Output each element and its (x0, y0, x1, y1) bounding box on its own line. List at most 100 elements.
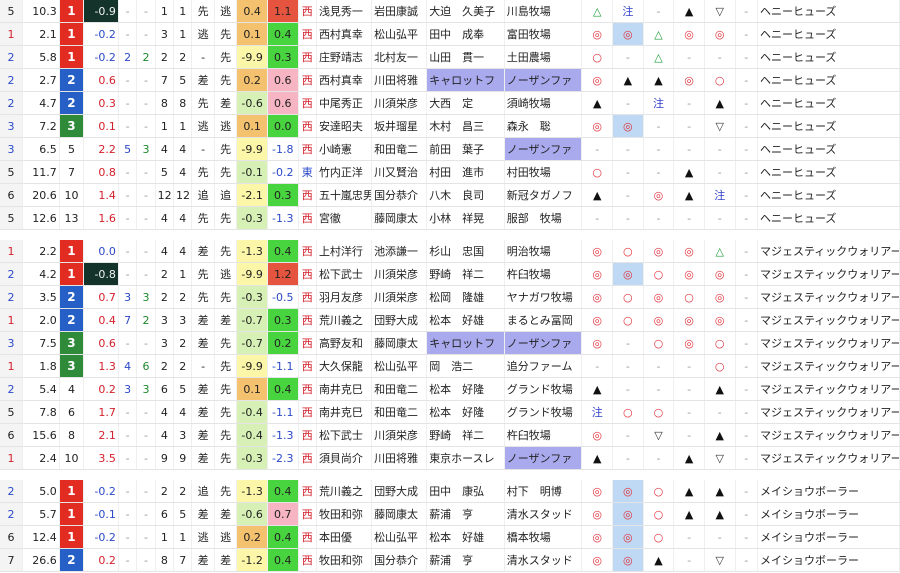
sire-name-cell: ヘニーヒューズ (757, 68, 900, 92)
prediction-mark-3: 注 (643, 91, 675, 115)
table-row[interactable]: 1 2.2 1 0.0- -4 4 差先 -1.3 0.4 西上村洋行 池添謙一 杉山 忠国 明治牧場 ◎… (0, 240, 900, 263)
trainer-name-cell: 上村洋行 (316, 240, 373, 263)
prediction-mark-3: - (643, 377, 675, 401)
corner3-cell: 8 (155, 91, 175, 115)
table-row[interactable]: 3 6.5 5 2.2 5 3 4 4- 先 -9.9 -1.8 西小崎憲 和田竜二 前田 葉子 ノーザンフ… (0, 137, 900, 161)
prediction-mark-2: - (612, 331, 644, 355)
breeder-name-cell: 明治牧場 (504, 240, 583, 263)
table-row[interactable]: 1 2.4 10 3.5- -9 9 差先 -0.3 -2.3 西須貝尚介 川田将雅 東京ホースレ ノー… (0, 446, 900, 470)
jockey-name-cell: 川須栄彦 (371, 262, 428, 286)
popularity-badge: 3 (59, 114, 85, 138)
corner4-cell: 2 (173, 480, 193, 503)
corner3-cell: 8 (155, 548, 175, 572)
corner1-cell: - (118, 400, 138, 424)
sire-name-cell: ヘニーヒューズ (757, 45, 900, 69)
running-style-cell: 差 (191, 240, 215, 263)
jockey-name-cell: 川田将雅 (371, 446, 428, 470)
breeder-name-cell: 須崎牧場 (504, 91, 583, 115)
prediction-mark-6: - (735, 377, 758, 401)
corner3-cell: 3 (155, 308, 175, 332)
table-row[interactable]: 2 4.2 1 -0.8- -2 1 先逃 -9.9 1.2 西松下武士 川須栄彦 野崎 祥二 杵臼牧場… (0, 262, 900, 286)
speed-index-cell: 0.4 (267, 525, 299, 549)
prediction-mark-1: - (581, 206, 613, 230)
table-row[interactable]: 2 5.8 1 -0.2 2 2 2 2- 先 -9.9 0.3 西庄野靖志 北村友一 山田 貫一 土田農場… (0, 45, 900, 69)
breeder-name-cell: ノーザンファ (504, 137, 583, 161)
popularity-badge: 7 (59, 160, 85, 184)
weather-cell: 2 (0, 480, 23, 503)
running-style-cell: 先 (191, 262, 215, 286)
corner2-cell: - (136, 91, 156, 115)
jockey-name-cell: 川須栄彦 (371, 423, 428, 447)
corner3-cell: 9 (155, 446, 175, 470)
prediction-mark-4: ▲ (673, 502, 705, 526)
corner4-cell: 3 (173, 308, 193, 332)
popularity-badge: 1 (59, 22, 85, 46)
table-row[interactable]: 6 20.6 10 1.4- -12 12 追追 -2.1 0.3 西五十嵐忠男 国分恭介 八木 良司… (0, 183, 900, 207)
table-row[interactable]: 1 2.1 1 -0.2- -3 1 逃先 0.1 0.4 西西村真幸 松山弘平 田中 成奉 富田牧場 ◎… (0, 22, 900, 46)
speed-index-cell: -2.3 (267, 446, 299, 470)
table-row[interactable]: 6 12.4 1 -0.2- -1 1 逃逃 0.2 0.4 西本田優 松山弘平 松本 好雄 橋本牧場 ◎… (0, 525, 900, 549)
table-row[interactable]: 3 7.2 3 0.1- -1 1 逃逃 0.1 0.0 西安達昭夫 坂井瑠星 木村 昌三 森永 聡 ◎ ◎… (0, 114, 900, 138)
table-row[interactable]: 3 7.5 3 0.6- -3 2 差先 -0.7 0.2 西高野友和 藤岡康太 キャロットフ ノーザン… (0, 331, 900, 355)
popularity-badge: 3 (59, 331, 85, 355)
sire-name-cell: ヘニーヒューズ (757, 183, 900, 207)
trainer-name-cell: 西村真幸 (316, 68, 373, 92)
prediction-mark-5: - (704, 137, 736, 161)
table-row[interactable]: 5 11.7 7 0.8- -5 4 先先 -0.1 -0.2 東竹内正洋 川又賢治 村田 進市 村田牧… (0, 160, 900, 184)
popularity-badge: 13 (59, 206, 85, 230)
weather-cell: 6 (0, 183, 23, 207)
table-row[interactable]: 5 12.6 13 1.6- -4 4 先先 -0.3 -1.3 西宮徹 藤岡康太 小林 祥晃 服部 牧… (0, 206, 900, 230)
region-cell: 西 (298, 423, 317, 447)
position-cell: 先 (214, 400, 238, 424)
trainer-name-cell: 牧田和弥 (316, 548, 373, 572)
table-row[interactable]: 5 10.3 1 -0.9- -1 1 先逃 0.4 1.1 西浅見秀一 岩田康誠 大迫 久美子 川島牧… (0, 0, 900, 23)
table-row[interactable]: 2 5.7 1 -0.1- -6 5 差差 -0.6 0.7 西牧田和弥 藤岡康太 薪浦 亨清水スタッ… (0, 502, 900, 526)
table-row[interactable]: 2 5.0 1 -0.2- -2 2 追先 -1.3 0.4 西荒川義之 団野大成 田中 康弘 村下 明… (0, 480, 900, 503)
corner1-cell: - (118, 446, 138, 470)
table-row[interactable]: 7 26.6 2 0.2- -8 7 差差 -1.2 0.4 西牧田和弥 国分恭介 薪浦 亨清水スタッ… (0, 548, 900, 572)
position-cell: 先 (214, 446, 238, 470)
table-row[interactable]: 5 7.8 6 1.7- -4 4 差先 -0.4 -1.1 西南井克巳 和田竜二 松本 好隆 グランド… (0, 400, 900, 424)
position-cell: 差 (214, 502, 238, 526)
table-row[interactable]: 2 5.4 4 0.2 3 3 6 5 差先 0.1 0.4 西南井克巳 和田竜二 松本 好隆 グランド牧場… (0, 377, 900, 401)
prediction-mark-6: - (735, 240, 758, 263)
prediction-mark-3: ◎ (643, 308, 675, 332)
sire-name-cell: マジェスティックウォリアー (757, 377, 900, 401)
prediction-mark-5: ▲ (704, 480, 736, 503)
table-row[interactable]: 2 2.7 2 0.6- -7 5 差先 0.2 0.6 西西村真幸 川田将雅 キャロットフ ノーザンフ… (0, 68, 900, 92)
table-row[interactable]: 1 1.8 3 1.3 4 6 2 2- 先 -9.9 -1.1 西大久保龍 松山弘平岡 浩二 追分ファー… (0, 354, 900, 378)
corner1-cell: - (118, 502, 138, 526)
prediction-mark-5: 注 (704, 183, 736, 207)
breeder-name-cell: グランド牧場 (504, 377, 583, 401)
time-diff-cell: 1.6 (83, 206, 119, 230)
weather-cell: 1 (0, 308, 23, 332)
jockey-name-cell: 坂井瑠星 (371, 114, 428, 138)
position-cell: 差 (214, 548, 238, 572)
owner-name-cell: 岡 浩二 (426, 354, 505, 378)
table-row[interactable]: 6 15.6 8 2.1- -4 3 差先 -0.4 -1.3 西松下武士 川須栄彦 野崎 祥二 杵臼牧… (0, 423, 900, 447)
pace-index-cell: -0.6 (236, 91, 268, 115)
position-cell: 差 (214, 91, 238, 115)
sire-name-cell: メイショウボーラー (757, 525, 900, 549)
prediction-mark-4: - (673, 400, 705, 424)
prediction-mark-3: △ (643, 45, 675, 69)
table-row[interactable]: 2 4.7 2 0.3- -8 8 先差 -0.6 0.6 西中尾秀正 川須栄彦 大西 定須崎牧場 ▲ -… (0, 91, 900, 115)
table-row[interactable]: 1 2.0 2 0.4 7 2 3 3 差差 -0.7 0.3 西荒川義之 団野大成 松本 好雄 まるとみ冨… (0, 308, 900, 332)
region-cell: 東 (298, 160, 317, 184)
prediction-mark-1: ◎ (581, 285, 613, 309)
corner1-cell: - (118, 262, 138, 286)
pace-index-cell: -0.3 (236, 285, 268, 309)
time-diff-cell: 0.1 (83, 114, 119, 138)
breeder-name-cell: 村田牧場 (504, 160, 583, 184)
prediction-mark-5: ◎ (704, 308, 736, 332)
position-cell: 逃 (214, 0, 238, 23)
pace-index-cell: 0.2 (236, 525, 268, 549)
prediction-mark-6: - (735, 423, 758, 447)
trainer-name-cell: 庄野靖志 (316, 45, 373, 69)
running-style-cell: 差 (191, 400, 215, 424)
prediction-mark-6: - (735, 183, 758, 207)
sire-name-cell: マジェスティックウォリアー (757, 423, 900, 447)
sire-name-cell: マジェスティックウォリアー (757, 262, 900, 286)
prediction-mark-5: ○ (704, 354, 736, 378)
table-row[interactable]: 2 3.5 2 0.7 3 3 2 2 先先 -0.3 -0.5 西羽月友彦 川須栄彦 松岡 隆雄 ヤナガワ… (0, 285, 900, 309)
